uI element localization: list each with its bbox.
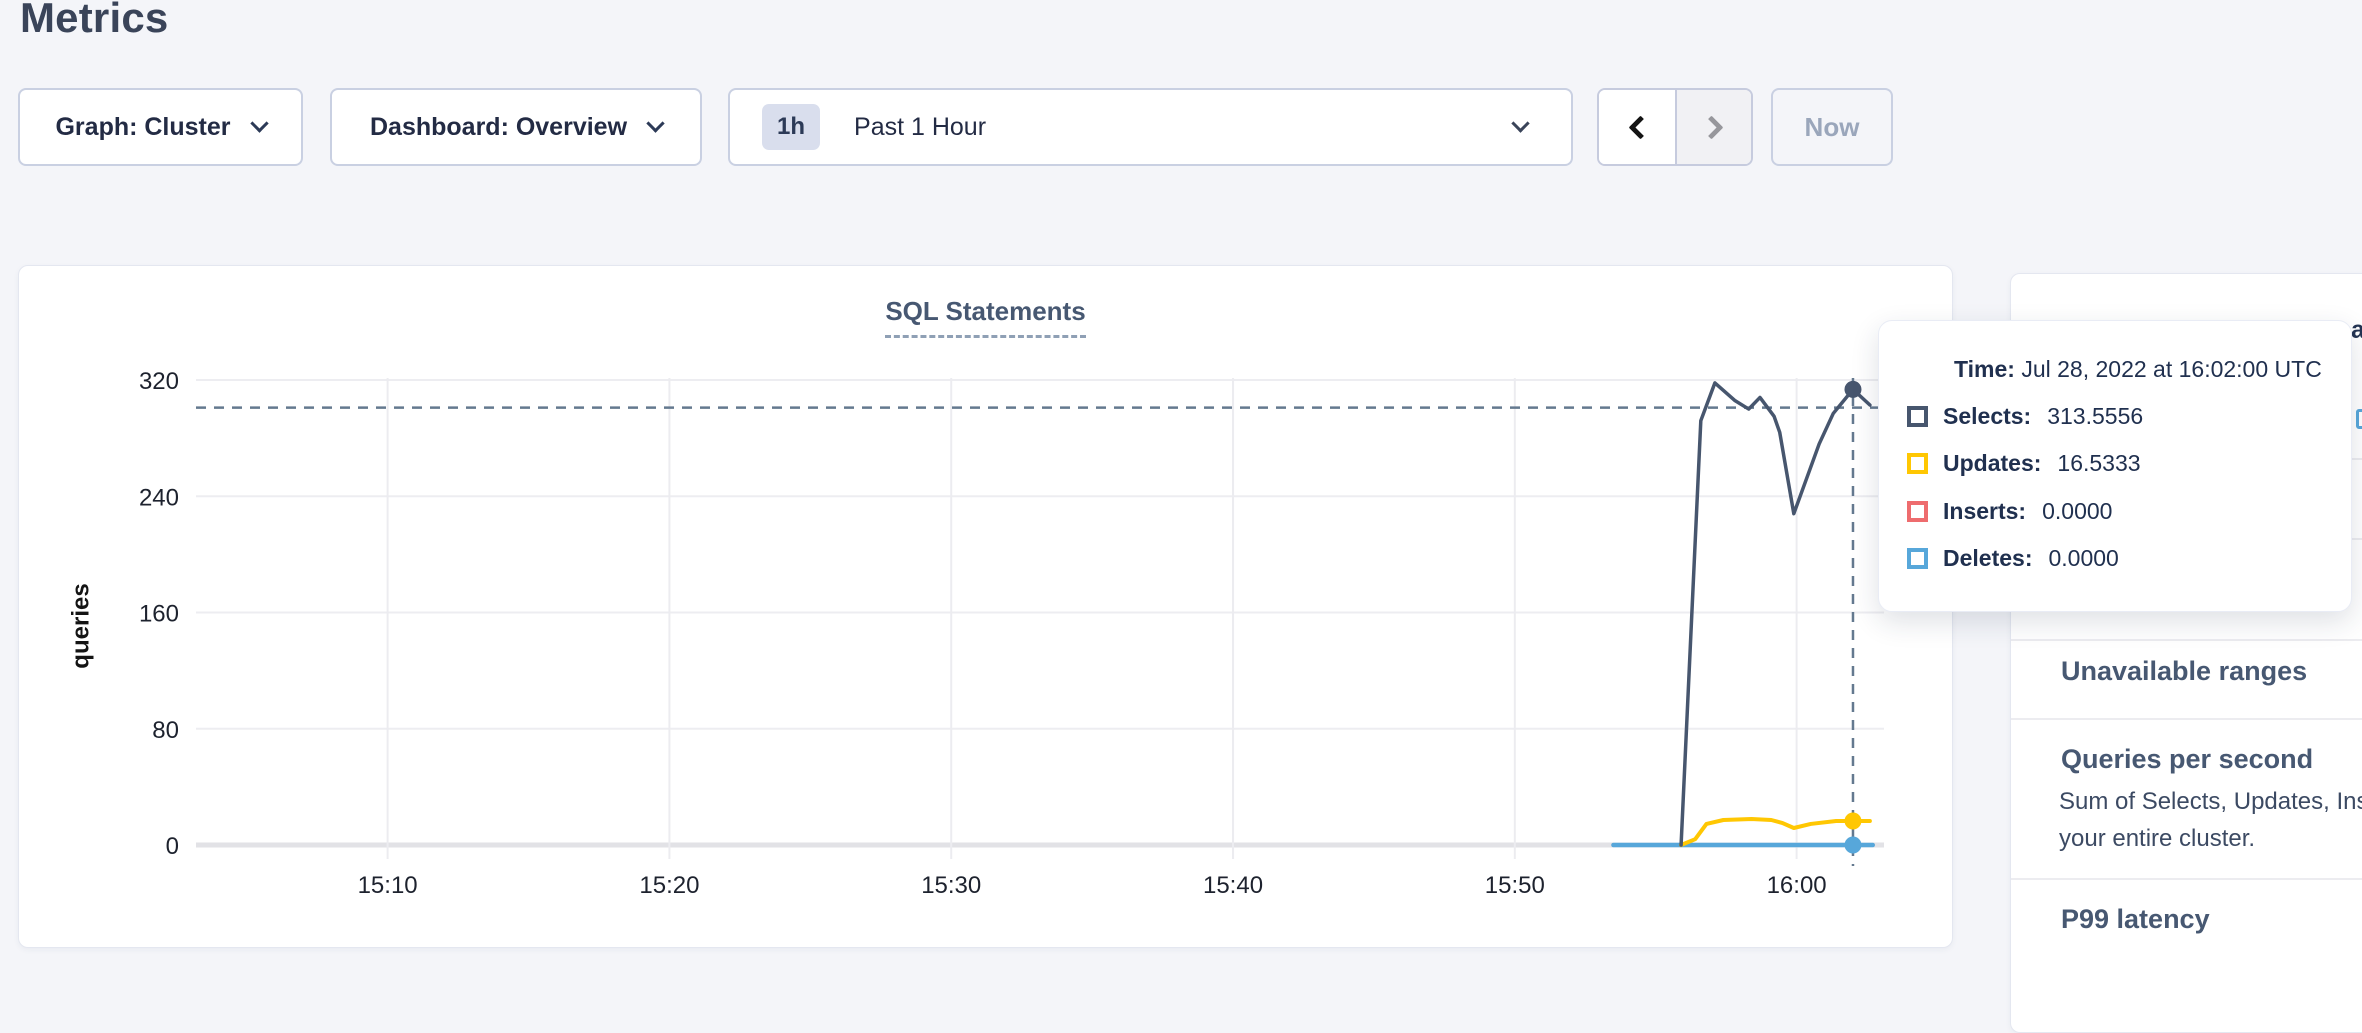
tooltip-row-value: 16.5333 <box>2057 450 2140 477</box>
chart-plot[interactable]: 0 80 160 240 320 15:10 15:20 15:30 15:40 15:50 16:… <box>19 266 1954 949</box>
time-range-label: Past 1 Hour <box>854 113 986 142</box>
tooltip-row-label: Deletes: <box>1943 545 2032 572</box>
sidebar-item-unavailable-ranges: Unavailable ranges <box>2061 656 2307 687</box>
divider <box>2011 878 2362 880</box>
chart-card: SQL Statements queries 08016024032015:10… <box>18 265 1953 948</box>
svg-text:160: 160 <box>139 601 179 628</box>
next-range-button[interactable] <box>1675 90 1751 164</box>
tooltip-row-value: 313.5556 <box>2047 403 2143 430</box>
divider <box>2011 639 2362 641</box>
deletes-series-swatch <box>1907 548 1928 569</box>
tooltip-row-deletes: Deletes: 0.0000 <box>1907 545 2119 572</box>
tooltip-row-selects: Selects: 313.5556 <box>1907 403 2143 430</box>
metrics-page: Metrics Graph: Cluster Dashboard: Overvi… <box>0 0 2362 966</box>
tooltip-row-inserts: Inserts: 0.0000 <box>1907 498 2112 525</box>
tooltip-row-label: Inserts: <box>1943 498 2026 525</box>
time-range-selector[interactable]: 1h Past 1 Hour <box>728 88 1573 166</box>
svg-text:15:20: 15:20 <box>639 872 699 899</box>
svg-text:320: 320 <box>139 368 179 395</box>
svg-text:15:30: 15:30 <box>921 872 981 899</box>
svg-text:15:50: 15:50 <box>1485 872 1545 899</box>
chevron-down-icon <box>1511 114 1529 132</box>
time-nav-group <box>1597 88 1753 166</box>
now-button[interactable]: Now <box>1771 88 1893 166</box>
hidden-text-fragment: a <box>2351 316 2362 345</box>
sidebar-item-description-line: your entire cluster. <box>2059 825 2255 853</box>
prev-range-button[interactable] <box>1599 90 1675 164</box>
svg-text:240: 240 <box>139 484 179 511</box>
graph-dropdown-label: Graph: Cluster <box>55 113 230 142</box>
link-fragment <box>2356 409 2362 429</box>
sidebar-item-p99-latency: P99 latency <box>2061 904 2210 935</box>
svg-text:80: 80 <box>152 717 179 744</box>
inserts-series-swatch <box>1907 501 1928 522</box>
chart-tooltip: Time: Jul 28, 2022 at 16:02:00 UTC Selec… <box>1878 320 2352 612</box>
chevron-down-icon <box>250 114 268 132</box>
graph-dropdown[interactable]: Graph: Cluster <box>18 88 303 166</box>
chevron-down-icon <box>646 114 664 132</box>
chevron-right-icon <box>1699 115 1723 139</box>
dashboard-dropdown[interactable]: Dashboard: Overview <box>330 88 702 166</box>
tooltip-time-value: Jul 28, 2022 at 16:02:00 UTC <box>2021 356 2321 382</box>
tooltip-row-value: 0.0000 <box>2042 498 2112 525</box>
tooltip-time-label: Time: <box>1954 356 2015 382</box>
updates-series-swatch <box>1907 453 1928 474</box>
sidebar-item-queries-per-second: Queries per second <box>2061 744 2313 775</box>
svg-text:0: 0 <box>166 833 179 860</box>
page-title: Metrics <box>20 0 168 42</box>
tooltip-row-value: 0.0000 <box>2048 545 2118 572</box>
divider <box>2011 718 2362 720</box>
svg-text:16:00: 16:00 <box>1767 872 1827 899</box>
tooltip-row-label: Selects: <box>1943 403 2031 430</box>
selects-series-swatch <box>1907 406 1928 427</box>
tooltip-row-label: Updates: <box>1943 450 2041 477</box>
svg-text:15:40: 15:40 <box>1203 872 1263 899</box>
time-range-badge: 1h <box>762 104 820 150</box>
dashboard-dropdown-label: Dashboard: Overview <box>370 113 627 142</box>
chevron-left-icon <box>1628 115 1652 139</box>
tooltip-row-updates: Updates: 16.5333 <box>1907 450 2141 477</box>
sidebar-item-description-line: Sum of Selects, Updates, Inserts and Del… <box>2059 788 2362 816</box>
svg-text:15:10: 15:10 <box>358 872 418 899</box>
